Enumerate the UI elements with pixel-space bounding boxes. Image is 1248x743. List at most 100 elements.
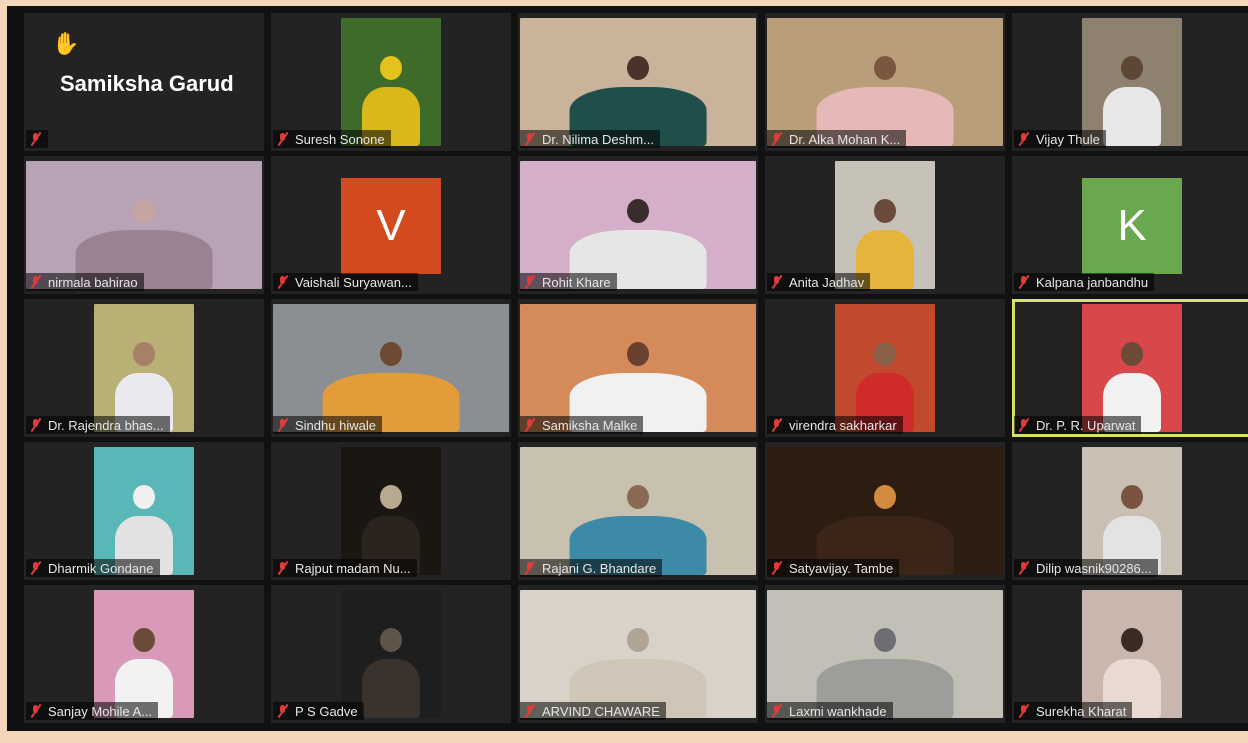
mic-muted-icon [30,561,42,575]
participant-name: Sindhu hiwale [295,417,376,433]
participant-tile[interactable]: Anita Jadhav [765,156,1005,294]
participant-video [520,590,756,718]
participant-name: Samiksha Malke [542,417,638,433]
participant-video [94,304,194,432]
participant-name: Dr. P. R. Uparwat [1036,417,1136,433]
participant-tile[interactable]: nirmala bahirao [24,156,264,294]
participant-name: Satyavijay. Tambe [789,560,894,576]
person-head [874,342,896,367]
mic-muted-icon [524,132,536,146]
participant-nametag: Rajani G. Bhandare [520,559,663,577]
participant-tile[interactable]: Surekha Kharat [1012,585,1248,723]
participant-video [94,447,194,575]
participant-tile[interactable]: Rohit Khare [518,156,758,294]
participant-tile[interactable]: Rajani G. Bhandare [518,442,758,580]
mic-muted-icon [30,132,42,146]
participant-name: ARVIND CHAWARE [542,703,660,719]
person-head [133,342,155,367]
participant-name: Dr. Alka Mohan K... [789,131,901,147]
participant-tile[interactable]: Samiksha Malke [518,299,758,437]
participant-tile[interactable]: Dr. P. R. Uparwat [1012,299,1248,437]
participant-tile[interactable]: Dr. Alka Mohan K... [765,13,1005,151]
participant-tile[interactable]: Dilip wasnik90286... [1012,442,1248,580]
participant-tile[interactable]: Dr. Nilima Deshm... [518,13,758,151]
mic-muted-icon [30,275,42,289]
person-head [874,199,896,224]
mic-muted-icon [524,561,536,575]
participant-nametag: Anita Jadhav [767,273,871,291]
person-head [627,628,649,653]
mic-muted-icon [524,275,536,289]
participant-nametag: Sanjay Mohile A... [26,702,159,720]
participant-nametag: Samiksha Malke [520,416,644,434]
participant-tile[interactable]: Satyavijay. Tambe [765,442,1005,580]
person-head [874,628,896,653]
participant-tile[interactable]: Suresh Sonone [271,13,511,151]
participant-tile[interactable]: V Vaishali Suryawan... [271,156,511,294]
participant-nametag: Kalpana janbandhu [1014,273,1155,291]
mic-muted-icon [277,704,289,718]
mic-muted-icon [771,132,783,146]
participant-nametag: Sindhu hiwale [273,416,382,434]
participant-name: Kalpana janbandhu [1036,274,1149,290]
participant-tile[interactable]: ✋ Samiksha Garud [24,13,264,151]
participant-tile[interactable]: Rajput madam Nu... [271,442,511,580]
participant-nametag [26,130,48,148]
participant-tile[interactable]: Sindhu hiwale [271,299,511,437]
participant-tile[interactable]: Laxmi wankhade [765,585,1005,723]
participant-tile[interactable]: virendra sakharkar [765,299,1005,437]
mic-muted-icon [771,418,783,432]
participant-tile[interactable]: Sanjay Mohile A... [24,585,264,723]
mic-muted-icon [771,561,783,575]
participant-nametag: Vaishali Suryawan... [273,273,418,291]
participant-nametag: Dr. Nilima Deshm... [520,130,660,148]
participant-tile[interactable]: P S Gadve [271,585,511,723]
person-head [874,56,896,81]
participant-avatar: V [341,178,441,274]
participant-tile[interactable]: Vijay Thule [1012,13,1248,151]
mic-muted-icon [277,132,289,146]
person-head [627,485,649,510]
participant-name: Dilip wasnik90286... [1036,560,1152,576]
participant-video [520,18,756,146]
participant-nametag: Satyavijay. Tambe [767,559,900,577]
participant-name: Rohit Khare [542,274,611,290]
participant-video [767,590,1003,718]
participant-video [94,590,194,718]
participant-tile[interactable]: Dharmik Gondane [24,442,264,580]
participant-name: P S Gadve [295,703,358,719]
mic-muted-icon [524,418,536,432]
participant-tile[interactable]: Dr. Rajendra bhas... [24,299,264,437]
person-head [133,628,155,653]
participant-nametag: Vijay Thule [1014,130,1106,148]
participant-name: Sanjay Mohile A... [48,703,153,719]
person-head [627,56,649,81]
person-head [1121,485,1143,510]
participant-video [520,447,756,575]
participant-nametag: Dharmik Gondane [26,559,160,577]
participant-name: nirmala bahirao [48,274,138,290]
participant-nametag: Rajput madam Nu... [273,559,417,577]
participant-video [1082,304,1182,432]
participant-video [341,18,441,146]
participant-name: Surekha Kharat [1036,703,1127,719]
participant-name: Rajput madam Nu... [295,560,411,576]
participant-video [341,590,441,718]
person-head [627,342,649,367]
person-head [1121,342,1143,367]
person-head [133,199,155,224]
participant-tile[interactable]: K Kalpana janbandhu [1012,156,1248,294]
participant-name: Vijay Thule [1036,131,1100,147]
participant-gallery: ✋ Samiksha Garud Suresh Sonone Dr. Nilima D… [7,6,1248,731]
participant-nametag: P S Gadve [273,702,364,720]
participant-nametag: Dr. P. R. Uparwat [1014,416,1142,434]
mic-muted-icon [1018,275,1030,289]
participant-avatar: K [1082,178,1182,274]
mic-muted-icon [771,275,783,289]
participant-nametag: Dilip wasnik90286... [1014,559,1158,577]
participant-nametag: Suresh Sonone [273,130,391,148]
participant-video [273,304,509,432]
participant-tile[interactable]: ARVIND CHAWARE [518,585,758,723]
participant-video [767,447,1003,575]
participant-video [835,161,935,289]
